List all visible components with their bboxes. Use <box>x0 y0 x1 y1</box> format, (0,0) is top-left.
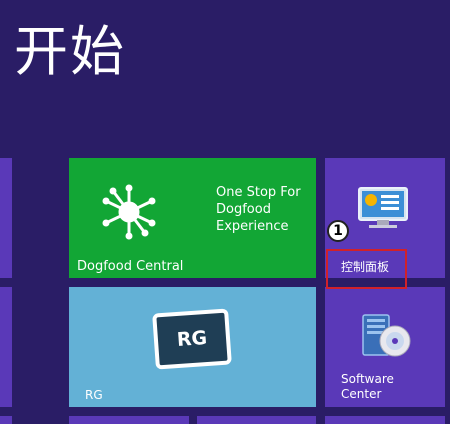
rg-tile[interactable]: RG RG <box>69 287 316 407</box>
software-center-icon <box>362 314 411 357</box>
rg-tile-label: RG <box>85 388 103 402</box>
software-center-label: Software Center <box>341 372 394 401</box>
partial-tile-bottom-4[interactable] <box>325 416 445 424</box>
rg-tablet-icon: RG <box>152 308 232 370</box>
step-number-badge: 1 <box>327 220 349 242</box>
highlight-box <box>326 249 407 289</box>
partial-tile-bottom-3[interactable] <box>197 416 316 424</box>
start-screen-title: 开始 <box>14 20 126 83</box>
partial-tile-bottom-1[interactable] <box>0 416 12 424</box>
dogfood-description: One Stop For Dogfood Experience <box>216 185 301 234</box>
partial-tile-left-top[interactable] <box>0 158 12 278</box>
software-center-tile[interactable]: Software Center <box>325 287 445 407</box>
control-panel-icon <box>358 187 408 228</box>
rg-badge-text: RG <box>176 326 208 352</box>
dogfood-central-tile[interactable]: One Stop For Dogfood Experience Dogfood … <box>69 158 316 278</box>
network-hub-icon <box>102 184 156 240</box>
partial-tile-left-bottom[interactable] <box>0 287 12 407</box>
partial-tile-bottom-2[interactable] <box>69 416 189 424</box>
dogfood-tile-label: Dogfood Central <box>77 259 184 274</box>
